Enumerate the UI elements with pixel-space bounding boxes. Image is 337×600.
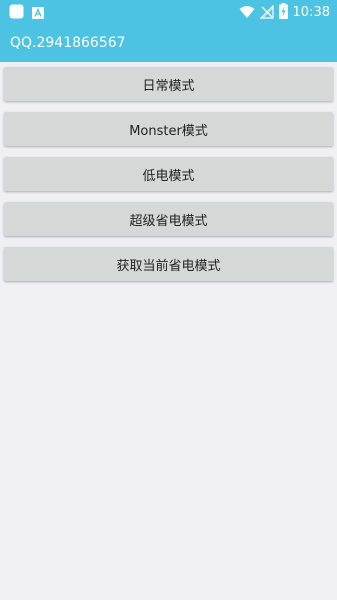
get-current-power-mode-button[interactable]: 获取当前省电模式 — [4, 247, 333, 281]
daily-mode-button[interactable]: 日常模式 — [4, 67, 333, 101]
system-icons: 10:38 — [239, 3, 330, 23]
low-power-mode-button[interactable]: 低电模式 — [4, 157, 333, 191]
app-toolbar: QQ.2941866567 — [0, 24, 337, 62]
battery-charging-icon — [278, 3, 288, 23]
wifi-icon — [239, 4, 255, 23]
super-power-saving-mode-button[interactable]: 超级省电模式 — [4, 202, 333, 236]
app-icon — [9, 4, 24, 23]
status-bar: 10:38 — [0, 0, 337, 24]
notification-icons — [9, 4, 44, 23]
clock-time: 10:38 — [292, 5, 330, 20]
toolbar-title: QQ.2941866567 — [10, 35, 126, 51]
monster-mode-button[interactable]: Monster模式 — [4, 112, 333, 146]
font-a-icon — [32, 4, 44, 23]
no-signal-icon — [259, 4, 274, 23]
